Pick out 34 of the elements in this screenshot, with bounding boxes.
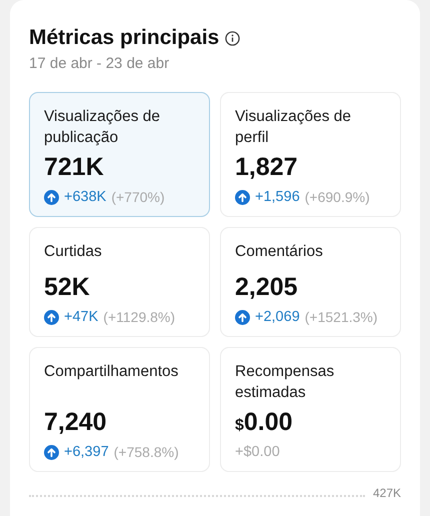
metric-label: Comentários [235,242,324,262]
metric-label: Compartilhamentos [44,362,180,382]
metric-tile[interactable]: Recompensas estimadas $0.00 +$0.00 [220,347,401,472]
metric-percent: (+1129.8%) [103,309,176,325]
metric-percent: (+758.8%) [114,444,179,460]
metric-value: 0.00 [244,407,293,438]
metric-label: Visualizações de perfil [235,107,352,148]
metric-value: 721K [44,152,104,183]
metric-change: +47K [64,309,98,325]
metric-change: +638K [64,189,106,205]
metric-label: Recompensas estimadas [235,362,336,403]
metric-tile[interactable]: Comentários 2,205 +2,069 (+1521.3%) [220,227,401,337]
metric-change: +2,069 [255,309,300,325]
metric-tile[interactable]: Curtidas 52K +47K (+1129.8%) [29,227,210,337]
metric-tile[interactable]: Visualizações de perfil 1,827 +1,596 (+690.9%) [220,92,401,217]
metric-value: 52K [44,272,90,303]
date-range: 17 de abr - 23 de abr [29,55,170,72]
metric-label: Curtidas [44,242,103,262]
metric-percent: (+690.9%) [304,189,370,205]
info-icon[interactable] [225,30,240,46]
metric-value: 2,205 [235,272,298,303]
metric-change: +1,596 [255,189,300,205]
currency-symbol: $ [235,417,244,435]
metric-tile[interactable]: Visualizações de publicação 721K +638K (+770%) [29,92,210,217]
metric-label: Visualizações de publicação [44,107,162,148]
metric-percent: (+1521.3%) [304,309,378,325]
section-title: Métricas principais [29,26,220,50]
metric-change: +$0.00 [235,444,280,460]
metric-value: 1,827 [235,152,298,183]
metric-value: 7,240 [44,407,107,438]
metric-percent: (+770%) [111,189,165,205]
metric-tile[interactable]: Compartilhamentos 7,240 +6,397 (+758.8%) [29,347,210,472]
axis-label: 427K [372,486,401,500]
metric-change: +6,397 [64,444,109,460]
